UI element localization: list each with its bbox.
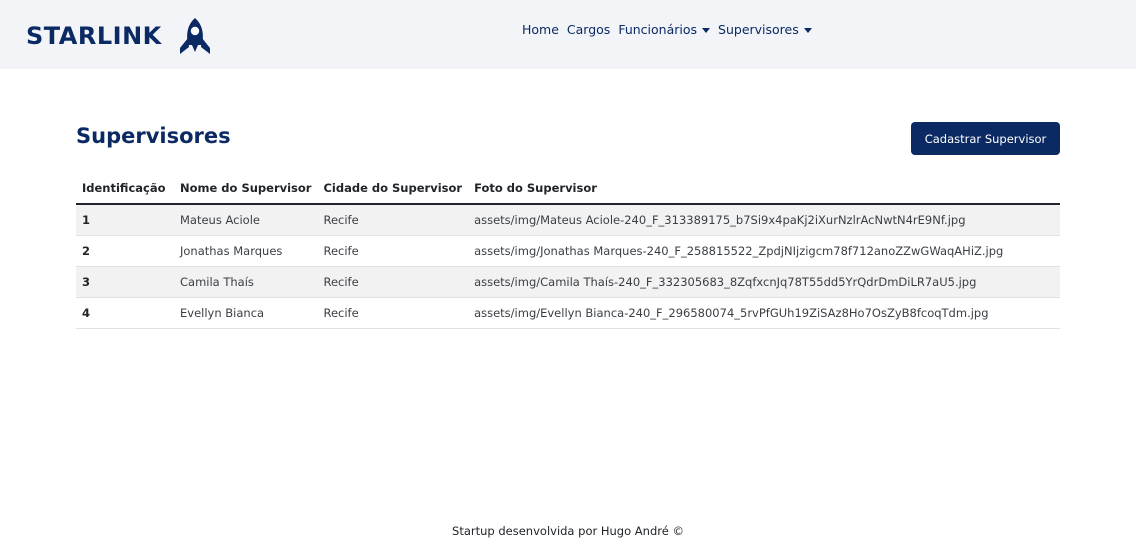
cell-city: Recife	[317, 235, 469, 267]
cell-name: Mateus Aciole	[174, 204, 318, 236]
caret-down-icon	[803, 28, 812, 33]
navbar: STARLINK Home Cargos Funcionários Superv…	[0, 0, 1136, 69]
cell-id: 1	[76, 204, 174, 236]
cell-city: Recife	[317, 297, 469, 329]
col-header-photo: Foto do Supervisor	[468, 172, 1060, 205]
brand[interactable]: STARLINK	[26, 16, 214, 56]
add-supervisor-button[interactable]: Cadastrar Supervisor	[911, 122, 1060, 155]
page-title: Supervisores	[76, 124, 231, 148]
caret-down-icon	[702, 28, 711, 33]
col-header-city: Cidade do Supervisor	[317, 172, 469, 205]
cell-photo-path: assets/img/Jonathas Marques-240_F_258815…	[468, 235, 1060, 267]
cell-photo-path: assets/img/Evellyn Bianca-240_F_29658007…	[468, 297, 1060, 329]
cell-photo-path: assets/img/Mateus Aciole-240_F_313389175…	[468, 204, 1060, 236]
rocket-icon	[179, 18, 210, 54]
table-row: 2 Jonathas Marques Recife assets/img/Jon…	[76, 235, 1060, 267]
col-header-id: Identificação	[76, 172, 174, 205]
cell-city: Recife	[317, 266, 469, 298]
cell-name: Evellyn Bianca	[174, 297, 318, 329]
nav-funcionarios-dropdown[interactable]: Funcionários	[618, 22, 711, 37]
supervisors-table: Identificação Nome do Supervisor Cidade …	[76, 172, 1060, 329]
nav-supervisores-label: Supervisores	[718, 22, 799, 37]
brand-name[interactable]: STARLINK	[26, 22, 162, 50]
cell-name: Camila Thaís	[174, 266, 318, 298]
table-header: Identificação Nome do Supervisor Cidade …	[76, 172, 1060, 205]
nav-funcionarios-label: Funcionários	[618, 22, 698, 37]
footer-text: Startup desenvolvida por Hugo André ©	[452, 524, 684, 538]
col-header-name: Nome do Supervisor	[174, 172, 318, 205]
nav-home-link[interactable]: Home	[522, 22, 559, 37]
table-row: 1 Mateus Aciole Recife assets/img/Mateus…	[76, 204, 1060, 236]
table-row: 4 Evellyn Bianca Recife assets/img/Evell…	[76, 297, 1060, 329]
cell-id: 3	[76, 266, 174, 298]
header-row: Identificação Nome do Supervisor Cidade …	[76, 172, 1060, 205]
table-body: 1 Mateus Aciole Recife assets/img/Mateus…	[76, 204, 1060, 329]
cell-city: Recife	[317, 204, 469, 236]
cell-id: 2	[76, 235, 174, 267]
nav-supervisores-dropdown[interactable]: Supervisores	[718, 22, 812, 37]
nav-cargos-link[interactable]: Cargos	[567, 22, 610, 37]
table-row: 3 Camila Thaís Recife assets/img/Camila …	[76, 266, 1060, 298]
cell-name: Jonathas Marques	[174, 235, 318, 267]
cell-id: 4	[76, 297, 174, 329]
nav-links: Home Cargos Funcionários Supervisores	[522, 22, 820, 37]
cell-photo-path: assets/img/Camila Thaís-240_F_332305683_…	[468, 266, 1060, 298]
